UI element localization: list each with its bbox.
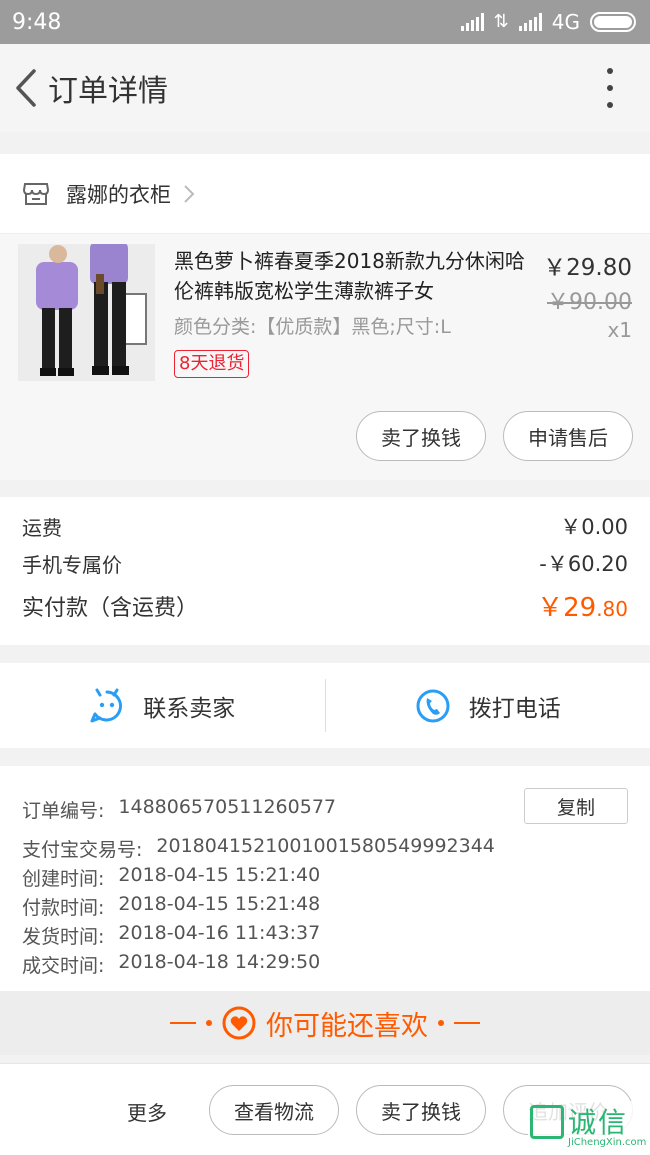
shop-card: 露娜的衣柜 黑色萝卜裤春夏季2018新款九分休闲哈伦裤韩版宽松学生薄款裤子女 颜… [0, 154, 650, 480]
contact-seller-button[interactable]: 联系卖家 [0, 663, 325, 748]
network-label: 4G [551, 10, 580, 34]
after-sale-button[interactable]: 申请售后 [503, 411, 633, 461]
decor-dot [206, 1020, 212, 1026]
header: 订单详情 [0, 44, 650, 132]
price-summary: 运费 ￥0.00 手机专属价 -￥60.20 实付款（含运费） ￥29.80 [0, 497, 650, 645]
shop-name: 露娜的衣柜 [66, 182, 171, 207]
call-phone-button[interactable]: 拨打电话 [326, 663, 650, 748]
back-icon [16, 69, 36, 107]
signal-icon [460, 13, 484, 31]
shop-row[interactable]: 露娜的衣柜 [0, 154, 650, 234]
page-title: 订单详情 [48, 74, 168, 109]
signal-icon [518, 13, 542, 31]
chat-icon [90, 688, 123, 722]
completed-time-row: 成交时间: 2018-04-18 14:29:50 [22, 951, 321, 977]
back-button[interactable] [4, 58, 48, 118]
mobile-price-row: 手机专属价 -￥60.20 [22, 548, 628, 578]
view-logistics-button[interactable]: 查看物流 [209, 1085, 339, 1135]
decor-line [454, 1022, 480, 1024]
contact-bar: 联系卖家 拨打电话 [0, 663, 650, 748]
return-badge: 8天退货 [174, 350, 250, 378]
shipping-row: 运费 ￥0.00 [22, 511, 628, 541]
product-original-price: ￥90.00 [547, 290, 632, 315]
product-item[interactable]: 黑色萝卜裤春夏季2018新款九分休闲哈伦裤韩版宽松学生薄款裤子女 颜色分类:【优… [0, 234, 650, 480]
decor-dot [438, 1020, 444, 1026]
mobile-price-label: 手机专属价 [22, 552, 122, 577]
watermark-icon [530, 1105, 564, 1139]
battery-icon [590, 12, 636, 32]
recommend-title: 你可能还喜欢 [266, 1010, 428, 1042]
created-time-row: 创建时间: 2018-04-15 15:21:40 [22, 864, 321, 890]
shipping-label: 运费 [22, 515, 62, 540]
shipped-time-row: 发货时间: 2018-04-16 11:43:37 [22, 922, 321, 948]
heart-icon [222, 1006, 256, 1040]
product-sku: 颜色分类:【优质款】黑色;尺寸:L [174, 316, 451, 338]
paid-time-row: 付款时间: 2018-04-15 15:21:48 [22, 893, 321, 919]
order-number-row: 订单编号: 148806570511260577 [22, 796, 336, 822]
more-menu-button[interactable] [598, 68, 622, 108]
order-info: 复制 订单编号: 148806570511260577 支付宝交易号: 201804… [0, 766, 650, 991]
shipping-value: ￥0.00 [560, 515, 628, 539]
paid-value: ￥29.80 [537, 593, 628, 623]
status-time: 9:48 [12, 9, 62, 35]
shop-icon [22, 182, 50, 205]
phone-icon [416, 689, 450, 722]
more-link[interactable]: 更多 [127, 1097, 167, 1126]
product-image[interactable] [18, 244, 155, 381]
product-title[interactable]: 黑色萝卜裤春夏季2018新款九分休闲哈伦裤韩版宽松学生薄款裤子女 [174, 246, 534, 306]
status-icons: ⇅ 4G [460, 10, 636, 34]
alipay-number-row: 支付宝交易号: 2018041521001001580549992344 [22, 835, 495, 861]
contact-seller-label: 联系卖家 [143, 695, 236, 722]
sell-button[interactable]: 卖了换钱 [356, 411, 486, 461]
call-phone-label: 拨打电话 [468, 695, 561, 722]
watermark-sub: JiChengXin.com [568, 1137, 647, 1148]
data-arrows-icon: ⇅ [493, 11, 509, 32]
paid-label: 实付款（含运费） [22, 595, 199, 621]
watermark-text: 诚信 [568, 1106, 629, 1139]
product-quantity: x1 [607, 318, 632, 342]
paid-row: 实付款（含运费） ￥29.80 [22, 587, 628, 624]
mobile-price-value: -￥60.20 [539, 552, 628, 576]
sell-again-button[interactable]: 卖了换钱 [356, 1085, 486, 1135]
decor-line [170, 1022, 196, 1024]
recommend-header: 你可能还喜欢 [0, 991, 650, 1055]
watermark-logo: 诚信 JiChengXin.com [528, 1101, 646, 1153]
status-bar: 9:48 ⇅ 4G [0, 0, 650, 44]
chevron-right-icon [184, 184, 195, 203]
product-price: ￥29.80 [543, 255, 632, 281]
copy-button[interactable]: 复制 [524, 788, 628, 824]
